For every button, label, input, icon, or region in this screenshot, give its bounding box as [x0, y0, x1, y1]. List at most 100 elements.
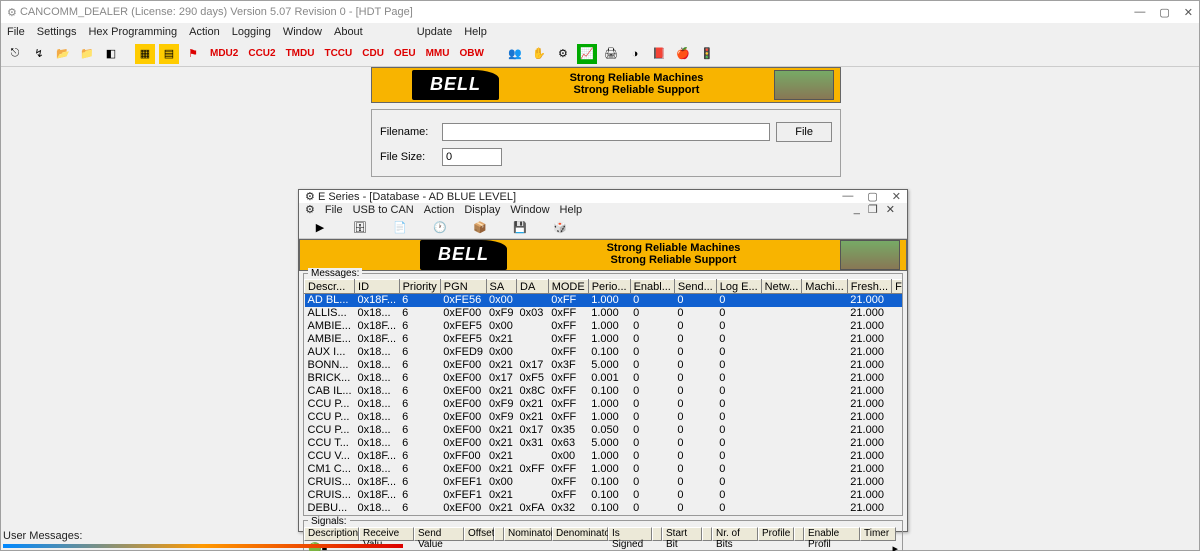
mdi-min-icon[interactable]: _: [854, 203, 860, 216]
table-row[interactable]: CCU P...0x18...60xEF000xF90x210xFF1.0000…: [305, 411, 903, 424]
print-icon[interactable]: 🖨: [601, 44, 621, 64]
table-row[interactable]: AMBIE...0x18F...60xFEF50x210xFF1.0000002…: [305, 333, 903, 346]
ctool-clock-icon[interactable]: 🕐: [429, 216, 451, 238]
signal-col[interactable]: Is Signed: [608, 527, 652, 541]
table-row[interactable]: DEBU...0x18...60xEF000x210xFA0x320.10000…: [305, 502, 903, 515]
menu-help[interactable]: Help: [464, 26, 487, 38]
signal-col[interactable]: Enable Profil: [804, 527, 860, 541]
child-close-icon[interactable]: ✕: [892, 190, 901, 203]
tag-tmdu[interactable]: TMDU: [283, 48, 318, 59]
close-icon[interactable]: ✕: [1184, 6, 1193, 19]
tool-icon-c[interactable]: ⚙: [553, 44, 573, 64]
filesize-input[interactable]: [442, 148, 502, 166]
book-icon[interactable]: 📕: [649, 44, 669, 64]
table-row[interactable]: CRUIS...0x18F...60xFEF10x210xFF0.1000002…: [305, 489, 903, 502]
signal-col[interactable]: Timer: [860, 527, 896, 541]
menu-update[interactable]: Update: [417, 26, 452, 38]
menu-about[interactable]: About: [334, 26, 363, 38]
col-header[interactable]: SA: [486, 280, 516, 294]
col-header[interactable]: Priority: [399, 280, 440, 294]
cmenu-usb[interactable]: USB to CAN: [353, 204, 414, 216]
table-row[interactable]: AD BL...0x18F...60xFE560x000xFF1.0000002…: [305, 294, 903, 307]
signal-col[interactable]: Nominator: [504, 527, 552, 541]
menu-settings[interactable]: Settings: [37, 26, 77, 38]
tool-icon-a[interactable]: 👥: [505, 44, 525, 64]
cmenu-help[interactable]: Help: [560, 204, 583, 216]
tag-mmu[interactable]: MMU: [423, 48, 453, 59]
chart-icon[interactable]: 📈: [577, 44, 597, 64]
col-header[interactable]: Perio...: [588, 280, 630, 294]
col-header[interactable]: MODE: [548, 280, 588, 294]
table-row[interactable]: BONN...0x18...60xEF000x210x170x3F5.00000…: [305, 359, 903, 372]
tag-tccu[interactable]: TCCU: [321, 48, 355, 59]
tag-obw[interactable]: OBW: [456, 48, 486, 59]
menu-hexprog[interactable]: Hex Programming: [88, 26, 177, 38]
tool-icon-6[interactable]: ▦: [135, 44, 155, 64]
col-header[interactable]: Fresh...: [892, 280, 902, 294]
col-header[interactable]: Log E...: [716, 280, 761, 294]
table-row[interactable]: CCU V...0x18F...60xFF000x210x001.0000002…: [305, 450, 903, 463]
ctool-db-icon[interactable]: 🗄: [349, 216, 371, 238]
sig-scroll-icon[interactable]: ▸: [892, 542, 898, 551]
cmenu-file[interactable]: File: [325, 204, 343, 216]
file-button[interactable]: File: [776, 122, 832, 142]
ctool-cube-icon[interactable]: 🎲: [549, 216, 571, 238]
col-header[interactable]: ID: [355, 280, 400, 294]
table-row[interactable]: CAB IL...0x18...60xEF000x210x8C0xFF0.100…: [305, 385, 903, 398]
tag-mdu2[interactable]: MDU2: [207, 48, 241, 59]
ctool-doc-icon[interactable]: 📄: [389, 216, 411, 238]
tool-icon-5[interactable]: ◧: [101, 44, 121, 64]
col-header[interactable]: Descr...: [305, 280, 355, 294]
table-row[interactable]: BRICK...0x18...60xEF000x170xF50xFF0.0010…: [305, 372, 903, 385]
folder-open-icon[interactable]: 📂: [53, 44, 73, 64]
tool-icon-b[interactable]: ✋: [529, 44, 549, 64]
signal-col[interactable]: Start Bit: [662, 527, 702, 541]
table-row[interactable]: AMBIE...0x18F...60xFEF50x000xFF1.0000002…: [305, 320, 903, 333]
signal-col[interactable]: Offset: [464, 527, 494, 541]
filename-input[interactable]: [442, 123, 770, 141]
col-header[interactable]: Fresh...: [847, 280, 891, 294]
cmenu-window[interactable]: Window: [510, 204, 549, 216]
col-header[interactable]: Netw...: [761, 280, 802, 294]
table-row[interactable]: CM1 C...0x18...60xEF000x210xFF0xFF1.0000…: [305, 463, 903, 476]
tool-icon-f[interactable]: ◑: [625, 44, 645, 64]
signal-col[interactable]: [702, 527, 712, 541]
signal-col[interactable]: Denominator: [552, 527, 608, 541]
signal-col[interactable]: Nr. of Bits: [712, 527, 758, 541]
tag-oeu[interactable]: OEU: [391, 48, 419, 59]
signal-col[interactable]: [794, 527, 804, 541]
table-row[interactable]: ALLIS...0x18...60xEF000xF90x030xFF1.0000…: [305, 307, 903, 320]
col-header[interactable]: Enabl...: [630, 280, 674, 294]
child-minimize-icon[interactable]: —: [842, 190, 853, 203]
minimize-icon[interactable]: —: [1134, 6, 1145, 19]
ctool-disk-icon[interactable]: 💾: [509, 216, 531, 238]
tool-icon-1[interactable]: ⎋: [5, 44, 25, 64]
menu-file[interactable]: File: [7, 26, 25, 38]
maximize-icon[interactable]: ▢: [1159, 6, 1169, 19]
mdi-restore-icon[interactable]: ❐: [868, 203, 878, 216]
ctool-play-icon[interactable]: ▶: [309, 216, 331, 238]
messages-table[interactable]: Descr...IDPriorityPGNSADAMODEPerio...Ena…: [304, 279, 902, 515]
table-row[interactable]: CRUIS...0x18F...60xFEF10x000xFF0.1000002…: [305, 476, 903, 489]
menu-logging[interactable]: Logging: [232, 26, 271, 38]
cmenu-action[interactable]: Action: [424, 204, 455, 216]
child-maximize-icon[interactable]: ▢: [867, 190, 877, 203]
signal-col[interactable]: Send Value: [414, 527, 464, 541]
table-row[interactable]: AUX I...0x18...60xFED90x000xFF0.10000021…: [305, 346, 903, 359]
table-row[interactable]: CCU P...0x18...60xEF000x210x170x350.0500…: [305, 424, 903, 437]
signal-col[interactable]: Profile: [758, 527, 794, 541]
tool-icon-2[interactable]: ↯: [29, 44, 49, 64]
tag-ccu2[interactable]: CCU2: [245, 48, 278, 59]
col-header[interactable]: PGN: [440, 280, 486, 294]
folder-icon[interactable]: 📁: [77, 44, 97, 64]
col-header[interactable]: Machi...: [802, 280, 848, 294]
mdi-close-icon[interactable]: ✕: [886, 203, 895, 216]
apple-icon[interactable]: 🍎: [673, 44, 693, 64]
menu-action[interactable]: Action: [189, 26, 220, 38]
tool-icon-8[interactable]: ⚑: [183, 44, 203, 64]
cmenu-display[interactable]: Display: [464, 204, 500, 216]
signal-col[interactable]: [494, 527, 504, 541]
menu-window[interactable]: Window: [283, 26, 322, 38]
traffic-icon[interactable]: 🚦: [697, 44, 717, 64]
ctool-box-icon[interactable]: 📦: [469, 216, 491, 238]
